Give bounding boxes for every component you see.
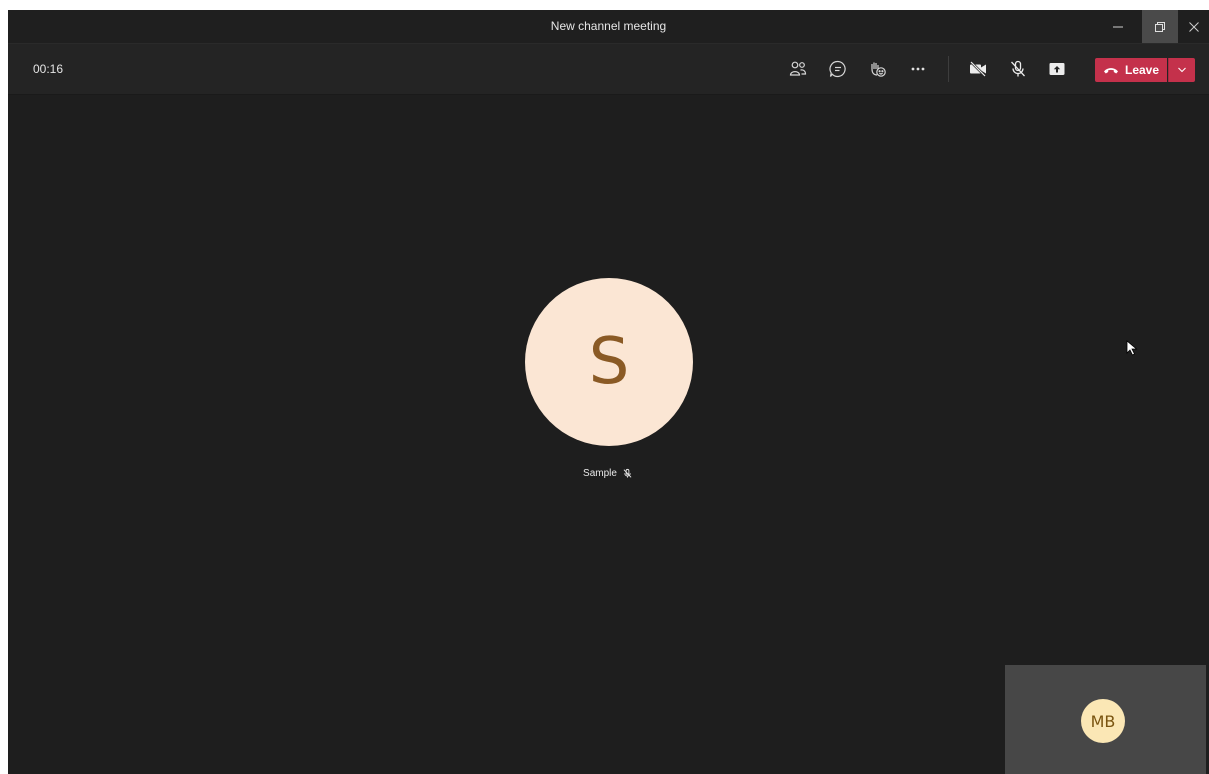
mouse-pointer-icon [1126,340,1138,361]
restore-icon [1155,21,1165,32]
chevron-down-icon [1178,67,1186,73]
close-button[interactable] [1178,10,1209,43]
meeting-window: New channel meeting 00:16 Leave S Sample… [8,10,1209,774]
leave-label: Leave [1124,63,1160,77]
camera-off-icon [970,61,986,77]
camera-toggle-button[interactable] [965,56,991,82]
meeting-controls-bar: 00:16 Leave [8,44,1209,95]
participant-muted-icon [622,468,633,479]
close-icon [1189,21,1199,32]
title-bar: New channel meeting [8,10,1209,44]
restore-button[interactable] [1142,10,1178,43]
raise-hand-button[interactable] [865,56,891,82]
meeting-stage: S Sample MB [8,95,1209,774]
self-view-tile[interactable]: MB [1005,665,1206,774]
chat-icon [829,60,846,78]
share-screen-icon [1049,63,1065,75]
hang-up-icon [1103,68,1118,74]
leave-options-dropdown[interactable] [1168,58,1195,82]
participant-name: Sample [583,467,617,479]
more-options-icon [911,67,925,71]
show-conversation-button[interactable] [825,56,851,82]
minimize-button[interactable] [1102,10,1134,43]
participants-icon [789,61,807,76]
more-actions-button[interactable] [905,56,931,82]
minimize-icon [1113,26,1123,27]
participant-avatar: S [525,278,693,446]
show-participants-button[interactable] [785,56,811,82]
window-title: New channel meeting [550,19,667,33]
call-timer: 00:16 [33,62,64,76]
share-content-button[interactable] [1044,56,1070,82]
toolbar-divider [948,56,949,82]
self-avatar: MB [1081,699,1125,743]
participant-name-label: Sample [568,465,648,481]
leave-button[interactable]: Leave [1095,58,1167,82]
mic-off-icon [1011,60,1025,77]
mic-toggle-button[interactable] [1005,56,1031,82]
reactions-icon [871,62,886,77]
